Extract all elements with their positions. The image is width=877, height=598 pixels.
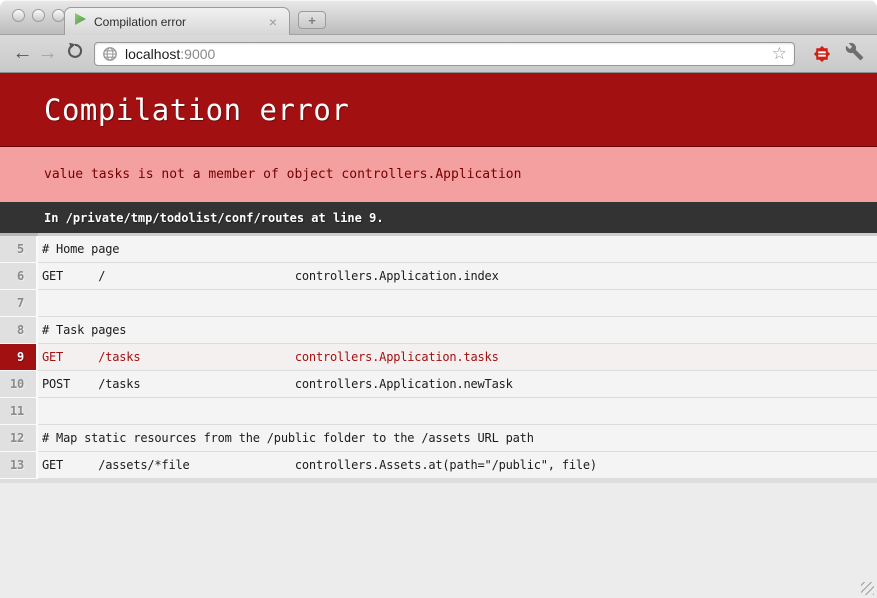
source-line: 7 xyxy=(0,290,877,317)
line-number: 11 xyxy=(0,398,38,425)
reload-icon xyxy=(66,42,84,66)
page-title: Compilation error xyxy=(0,73,877,147)
globe-icon xyxy=(102,46,118,62)
line-number: 12 xyxy=(0,425,38,452)
browser-window: Compilation error × + ← → xyxy=(0,0,877,598)
reload-button[interactable] xyxy=(62,41,87,67)
tab-title: Compilation error xyxy=(94,15,266,29)
listing-bottom-border xyxy=(0,479,877,483)
source-listing: 5# Home page6GET / controllers.Applicati… xyxy=(0,236,877,479)
back-arrow-icon: ← xyxy=(13,42,33,65)
line-number: 9 xyxy=(0,344,38,371)
tab-close-icon[interactable]: × xyxy=(266,13,280,31)
extension-badge-icon xyxy=(813,45,831,63)
wrench-icon xyxy=(845,42,864,66)
line-code: # Map static resources from the /public … xyxy=(38,425,877,451)
source-line-error: 9GET /tasks controllers.Application.task… xyxy=(0,344,877,371)
back-button[interactable]: ← xyxy=(10,41,35,67)
line-code: POST /tasks controllers.Application.newT… xyxy=(38,371,877,397)
source-line: 11 xyxy=(0,398,877,425)
line-number: 6 xyxy=(0,263,38,290)
forward-button[interactable]: → xyxy=(35,41,60,67)
browser-tab[interactable]: Compilation error × xyxy=(64,7,290,35)
bookmark-star-icon[interactable]: ☆ xyxy=(772,45,787,62)
error-detail-message: value tasks is not a member of object co… xyxy=(0,147,877,202)
tab-strip: Compilation error × + xyxy=(0,0,877,35)
line-code: GET / controllers.Application.index xyxy=(38,263,877,289)
extension-button[interactable] xyxy=(809,41,835,67)
error-page: Compilation error value tasks is not a m… xyxy=(0,73,877,483)
source-line: 10POST /tasks controllers.Application.ne… xyxy=(0,371,877,398)
line-code: GET /assets/*file controllers.Assets.at(… xyxy=(38,452,877,478)
line-number: 8 xyxy=(0,317,38,344)
line-number: 5 xyxy=(0,236,38,263)
line-number: 7 xyxy=(0,290,38,317)
line-number: 13 xyxy=(0,452,38,479)
play-framework-icon xyxy=(74,12,87,31)
line-number: 10 xyxy=(0,371,38,398)
browser-toolbar: ← → localhost :9000 ☆ xyxy=(0,35,877,73)
error-location-bar: In /private/tmp/todolist/conf/routes at … xyxy=(0,202,877,233)
source-line: 13GET /assets/*file controllers.Assets.a… xyxy=(0,452,877,479)
window-minimize-button[interactable] xyxy=(32,9,45,22)
line-code: # Home page xyxy=(38,236,877,262)
new-tab-button[interactable]: + xyxy=(298,11,326,29)
source-line: 6GET / controllers.Application.index xyxy=(0,263,877,290)
new-tab-icon: + xyxy=(308,14,316,27)
source-line: 12# Map static resources from the /publi… xyxy=(0,425,877,452)
line-code xyxy=(38,290,877,316)
forward-arrow-icon: → xyxy=(38,42,58,65)
url-port: :9000 xyxy=(180,46,215,62)
window-close-button[interactable] xyxy=(12,9,25,22)
line-code xyxy=(38,398,877,424)
settings-wrench-button[interactable] xyxy=(841,41,867,67)
address-bar[interactable]: localhost :9000 ☆ xyxy=(94,42,795,66)
window-resize-grip[interactable] xyxy=(861,582,874,595)
url-host: localhost xyxy=(125,46,180,62)
source-line: 8# Task pages xyxy=(0,317,877,344)
source-line: 5# Home page xyxy=(0,236,877,263)
line-code: GET /tasks controllers.Application.tasks xyxy=(38,344,877,370)
line-code: # Task pages xyxy=(38,317,877,343)
